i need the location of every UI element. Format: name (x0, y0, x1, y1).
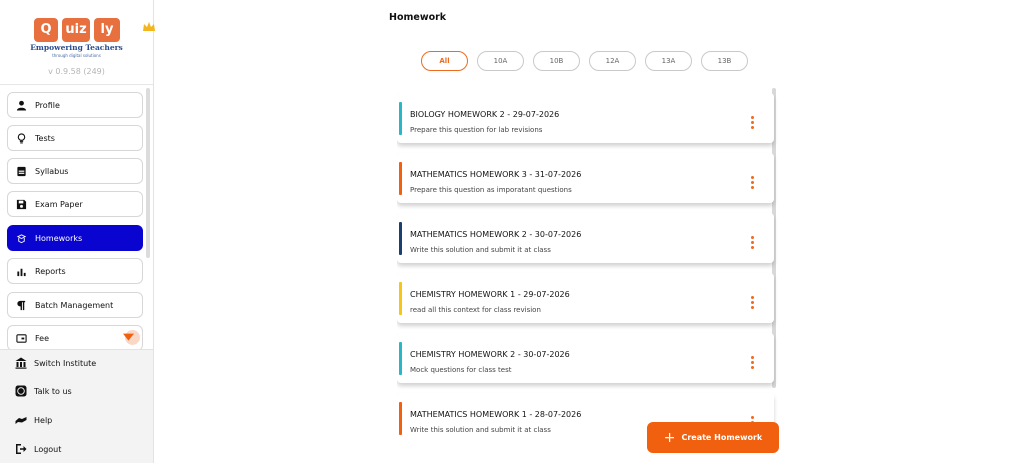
filter-chip-13a[interactable]: 13A (645, 51, 692, 71)
switch-institute-link[interactable]: Switch Institute (15, 355, 96, 371)
sidebar-item-batch-management[interactable]: Batch Management (7, 292, 143, 318)
logo-area: Q uiz ly Empowering Teachers through dig… (0, 0, 155, 85)
homework-card[interactable]: CHEMISTRY HOMEWORK 2 - 30-07-2026 Mock q… (397, 333, 774, 383)
whatsapp-icon (15, 385, 27, 397)
create-homework-label: Create Homework (681, 433, 763, 442)
filter-chip-all[interactable]: All (421, 51, 468, 71)
fee-icon (16, 333, 27, 343)
sidebar-item-profile[interactable]: Profile (7, 92, 143, 118)
sidebar-item-label: Fee (35, 333, 50, 343)
sidebar-bottom: Switch Institute Talk to us Help Logout (0, 349, 153, 463)
homework-description: read all this context for class revision (410, 306, 541, 314)
card-color-bar (399, 402, 402, 435)
help-hands-icon (15, 417, 27, 424)
more-options-icon[interactable] (748, 236, 756, 252)
homework-title: CHEMISTRY HOMEWORK 2 - 30-07-2026 (410, 350, 570, 359)
crown-icon (143, 22, 155, 31)
card-color-bar (399, 102, 402, 135)
sidebar-item-label: Exam Paper (35, 199, 83, 209)
homework-description: Write this solution and submit it at cla… (410, 426, 551, 434)
homework-card[interactable]: MATHEMATICS HOMEWORK 3 - 31-07-2026 Prep… (397, 153, 774, 203)
brand-tagline-sub: through digital solutions (52, 53, 101, 58)
more-options-icon[interactable] (748, 296, 756, 312)
brand-tagline: Empowering Teachers (30, 43, 123, 52)
paragraph-icon (17, 300, 26, 310)
sidebar-item-tests[interactable]: Tests (7, 125, 143, 151)
bottom-item-label: Talk to us (34, 386, 72, 396)
institute-icon (15, 357, 27, 369)
quizly-logo: Q uiz ly (34, 14, 155, 42)
sidebar-item-label: Tests (35, 133, 55, 143)
homework-description: Prepare this question for lab revisions (410, 126, 543, 134)
homework-description: Write this solution and submit it at cla… (410, 246, 551, 254)
homework-title: MATHEMATICS HOMEWORK 3 - 31-07-2026 (410, 170, 582, 179)
person-icon (16, 100, 27, 111)
page-title: Homework (389, 12, 447, 23)
filter-chip-10b[interactable]: 10B (533, 51, 580, 71)
floppy-disk-icon (16, 199, 27, 209)
lightbulb-icon (17, 132, 26, 143)
homework-title: MATHEMATICS HOMEWORK 2 - 30-07-2026 (410, 230, 582, 239)
sidebar-item-exam-paper[interactable]: Exam Paper (7, 191, 143, 217)
logo-tile-ly: ly (94, 18, 120, 42)
logo-tile-uiz: uiz (62, 18, 90, 42)
sidebar-item-label: Syllabus (35, 166, 69, 176)
homework-title: MATHEMATICS HOMEWORK 1 - 28-07-2026 (410, 410, 582, 419)
class-filter-chips: All 10A 10B 12A 13A 13B (421, 51, 757, 71)
sidebar-item-syllabus[interactable]: Syllabus (7, 158, 143, 184)
plus-icon: + (663, 429, 676, 446)
sidebar-item-label: Reports (35, 266, 66, 276)
logout-icon (16, 444, 27, 454)
homework-card[interactable]: CHEMISTRY HOMEWORK 1 - 29-07-2026 read a… (397, 273, 774, 323)
bottom-item-label: Switch Institute (34, 358, 97, 368)
fee-expand-button[interactable] (123, 330, 140, 345)
card-color-bar (399, 282, 402, 315)
homework-card[interactable]: MATHEMATICS HOMEWORK 2 - 30-07-2026 Writ… (397, 213, 774, 263)
homework-description: Prepare this question as imporatant ques… (410, 186, 572, 194)
sidebar-nav: Profile Tests Syllabus Exam Paper Homewo… (0, 86, 153, 349)
homework-list: BIOLOGY HOMEWORK 2 - 29-07-2026 Prepare … (397, 88, 781, 435)
chevron-down-icon (123, 333, 134, 341)
sidebar-item-reports[interactable]: Reports (7, 258, 143, 284)
card-color-bar (399, 162, 402, 195)
logo-tile-q: Q (34, 18, 58, 42)
homework-card[interactable]: BIOLOGY HOMEWORK 2 - 29-07-2026 Prepare … (397, 93, 774, 143)
homework-title: BIOLOGY HOMEWORK 2 - 29-07-2026 (410, 110, 560, 119)
sidebar-item-label: Profile (35, 100, 60, 110)
card-color-bar (399, 222, 402, 255)
talk-to-us-link[interactable]: Talk to us (15, 383, 72, 399)
help-link[interactable]: Help (15, 412, 52, 428)
sidebar-item-label: Batch Management (35, 300, 114, 310)
filter-chip-10a[interactable]: 10A (477, 51, 524, 71)
sidebar-item-label: Homeworks (35, 233, 83, 243)
more-options-icon[interactable] (748, 176, 756, 192)
homework-description: Mock questions for class test (410, 366, 512, 374)
sidebar-item-fee[interactable]: Fee (7, 325, 143, 349)
book-icon (17, 166, 26, 176)
bar-chart-icon (17, 268, 26, 276)
filter-chip-12a[interactable]: 12A (589, 51, 636, 71)
sidebar: Q uiz ly Empowering Teachers through dig… (0, 0, 155, 463)
bottom-item-label: Help (34, 415, 53, 425)
filter-chip-13b[interactable]: 13B (701, 51, 748, 71)
homework-icon (16, 233, 27, 243)
bottom-item-label: Logout (34, 444, 62, 454)
create-homework-button[interactable]: + Create Homework (647, 422, 779, 453)
more-options-icon[interactable] (748, 116, 756, 132)
card-color-bar (399, 342, 402, 375)
more-options-icon[interactable] (748, 356, 756, 372)
sidebar-item-homeworks[interactable]: Homeworks (7, 225, 143, 251)
sidebar-scrollbar[interactable] (146, 88, 150, 258)
app-version: v 0.9.58 (249) (48, 67, 105, 76)
logout-link[interactable]: Logout (15, 441, 61, 457)
homework-title: CHEMISTRY HOMEWORK 1 - 29-07-2026 (410, 290, 570, 299)
